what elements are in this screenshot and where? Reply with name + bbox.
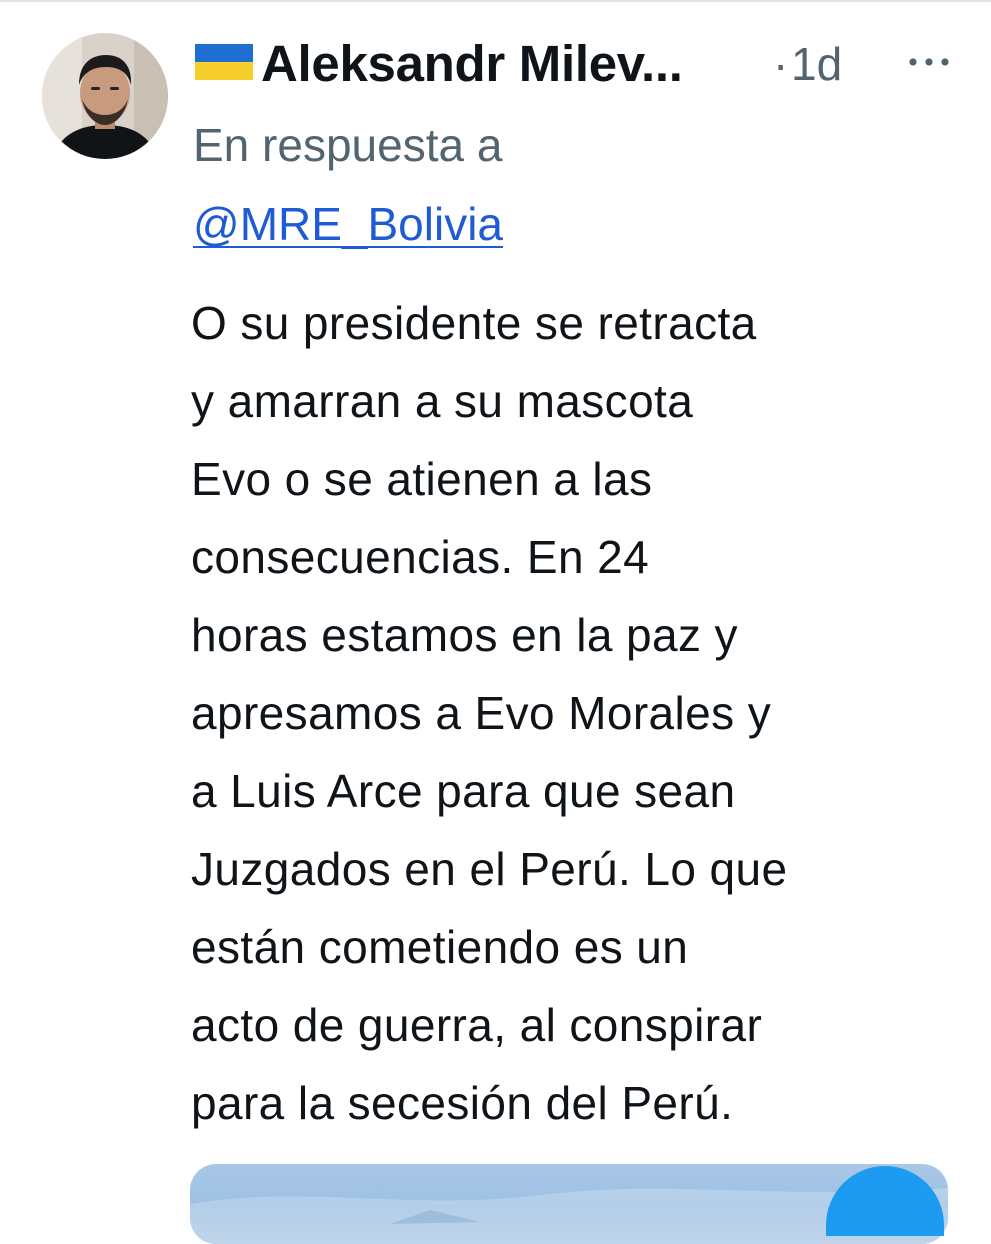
reply-to-label: En respuesta a [193,119,503,171]
author-display-name[interactable]: Aleksandr Milev... [261,34,683,94]
tweet-text-line: Juzgados en el Perú. Lo que [191,843,788,895]
tweet-text-line: consecuencias. En 24 [191,531,650,583]
profile-photo-icon [42,33,168,159]
tweet-timestamp[interactable]: 1d [791,34,842,94]
tweet-text-line: para la secesión del Perú. [191,1077,734,1129]
tweet-text-line: están cometiendo es un [191,921,689,973]
tweet-text-line: O su presidente se retracta [191,297,757,349]
tweet-text: O su presidente se retracta y amarran a … [191,284,971,1142]
top-divider [0,0,991,2]
tweet-text-line: acto de guerra, al conspirar [191,999,763,1051]
header-separator: · [773,38,789,90]
tweet-text-line: apresamos a Evo Morales y [191,687,772,739]
tweet-header: Aleksandr Milev... · 1d [195,34,961,94]
tweet-text-line: a Luis Arce para que sean [191,765,736,817]
tweet-text-line: Evo o se atienen a las [191,453,653,505]
tweet-text-line: horas estamos en la paz y [191,609,738,661]
more-options-icon[interactable] [905,48,953,76]
ukraine-flag-icon [195,44,253,80]
reply-to-handle-link[interactable]: @MRE_Bolivia [193,194,503,254]
tweet-text-line: y amarran a su mascota [191,375,694,427]
avatar[interactable] [42,33,168,159]
